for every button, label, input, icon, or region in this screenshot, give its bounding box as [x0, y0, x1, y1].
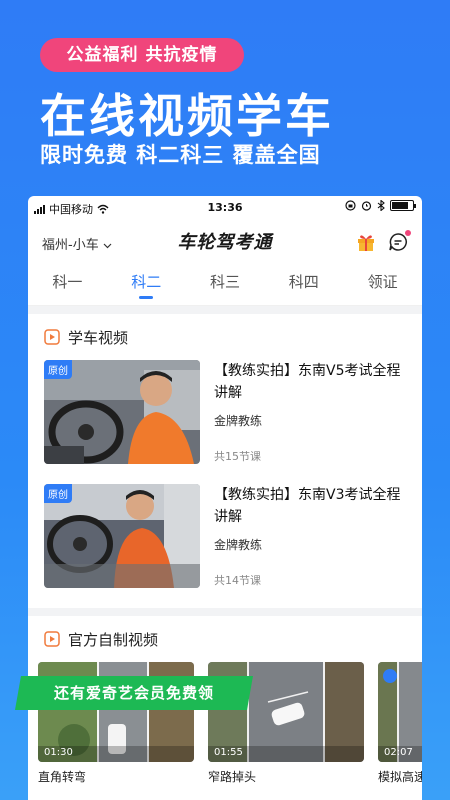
course-item[interactable]: 原创 【教练实拍】东南V5考试全程讲解 金牌教练 共15节课	[28, 360, 422, 484]
lock-rotation-icon	[345, 200, 356, 211]
iqiyi-promo-banner[interactable]: 还有爱奇艺会员免费领	[15, 676, 253, 710]
tab-subject-2[interactable]: 科二	[107, 262, 186, 305]
tab-subject-1[interactable]: 科一	[28, 262, 107, 305]
course-lesson-count: 共15节课	[214, 450, 261, 463]
course-thumbnail: 原创	[44, 360, 200, 464]
gift-icon[interactable]	[356, 232, 376, 252]
video-duration: 02:07	[384, 747, 413, 758]
notification-dot	[405, 230, 411, 236]
battery-icon	[390, 200, 416, 211]
video-icon	[44, 631, 60, 647]
promo-headline: 在线视频学车	[40, 89, 334, 143]
video-thumbnail: 02:07	[378, 662, 422, 762]
course-lesson-count: 共14节课	[214, 574, 261, 587]
video-duration: 01:30	[44, 747, 73, 758]
promo-badge: 公益福利 共抗疫情	[40, 38, 244, 72]
course-item[interactable]: 原创 【教练实拍】东南V3考试全程讲解 金牌教练 共14节课	[28, 484, 422, 608]
section-divider	[28, 608, 422, 616]
bluetooth-icon	[377, 200, 385, 211]
video-title: 直角转弯	[38, 770, 87, 784]
video-icon	[44, 329, 60, 345]
app-bar: 福州-小车 车轮驾考通	[28, 220, 422, 262]
video-title: 窄路掉头	[208, 770, 257, 784]
promo-subheadline: 限时免费 科二科三 覆盖全国	[40, 143, 321, 167]
section-header-courses: 学车视频	[28, 314, 422, 360]
tab-subject-3[interactable]: 科三	[186, 262, 265, 305]
video-title: 模拟高速	[378, 770, 422, 784]
section-title: 学车视频	[68, 328, 129, 347]
section-title: 官方自制视频	[68, 630, 159, 649]
video-duration: 01:55	[214, 747, 243, 758]
video-card[interactable]: 02:07 模拟高速	[378, 662, 422, 785]
course-teacher: 金牌教练	[214, 538, 263, 552]
course-title: 【教练实拍】东南V5考试全程讲解	[214, 363, 401, 401]
course-thumbnail: 原创	[44, 484, 200, 588]
course-title: 【教练实拍】东南V3考试全程讲解	[214, 487, 401, 525]
tab-subject-4[interactable]: 科四	[264, 262, 343, 305]
section-divider	[28, 306, 422, 314]
original-tag: 原创	[44, 484, 72, 503]
iqiyi-promo-text: 还有爱奇艺会员免费领	[53, 684, 214, 702]
status-bar: 中国移动 13:36	[28, 196, 422, 220]
section-header-videos: 官方自制视频	[28, 616, 422, 662]
alarm-icon	[361, 201, 372, 211]
subject-tabs: 科一 科二 科三 科四 领证	[28, 262, 422, 306]
course-teacher: 金牌教练	[214, 414, 263, 428]
tab-license[interactable]: 领证	[343, 262, 422, 305]
original-tag: 原创	[44, 360, 72, 379]
